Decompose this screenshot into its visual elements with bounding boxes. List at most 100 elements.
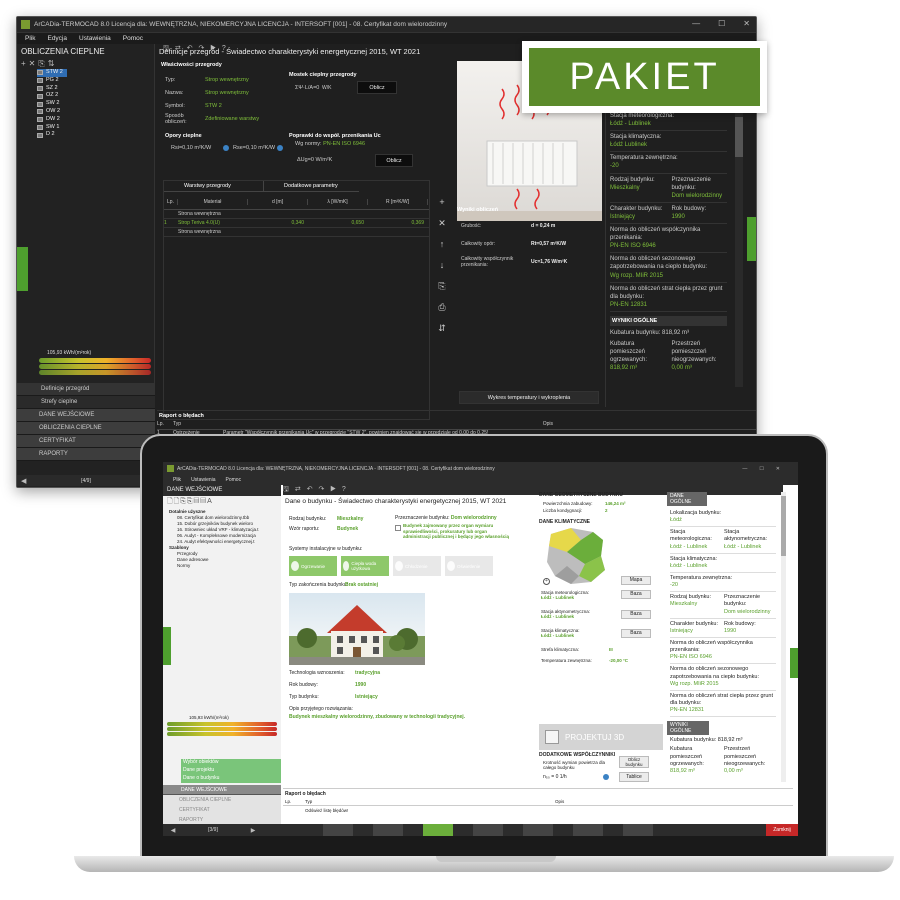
section-reports[interactable]: RAPORTY bbox=[17, 448, 155, 461]
section-certificate[interactable]: CERTYFIKAT bbox=[163, 805, 281, 815]
tree-item[interactable]: OW 2 bbox=[37, 108, 154, 116]
section-input[interactable]: DANE WEJŚCIOWE bbox=[17, 409, 155, 422]
calc-building-button[interactable]: Oblicz budynku bbox=[619, 756, 649, 768]
zoom-in-icon[interactable]: + bbox=[543, 578, 550, 585]
section-calc[interactable]: OBLICZENIA CIEPLNE bbox=[17, 422, 155, 435]
bottom-tool-icon[interactable] bbox=[323, 824, 353, 836]
type-value[interactable]: Istniejący bbox=[355, 694, 378, 700]
actino-base-button[interactable]: Baza bbox=[621, 610, 651, 619]
front-scrollbar[interactable] bbox=[781, 492, 786, 782]
nav-zones[interactable]: Strefy cieplne bbox=[17, 396, 155, 409]
prop-value[interactable]: Strop wewnętrzny bbox=[205, 90, 249, 96]
summary-cell: Charakter budynku: Istniejący bbox=[670, 621, 720, 635]
close-icon[interactable]: ✕ bbox=[743, 19, 750, 28]
front-left-tab[interactable] bbox=[163, 627, 171, 665]
nav-definitions[interactable]: Definicje przegród bbox=[17, 383, 155, 396]
nav-building[interactable]: Dane o budynku bbox=[181, 775, 281, 783]
sidebar-toolbar[interactable]: +✕⎘⇅ bbox=[17, 59, 154, 69]
bottom-tool-icon[interactable] bbox=[473, 824, 503, 836]
bottom-tool-icon[interactable] bbox=[373, 824, 403, 836]
tree-item[interactable]: STW 2 bbox=[37, 69, 67, 77]
climate-base-button[interactable]: Baza bbox=[621, 629, 651, 638]
chart-button[interactable]: Wykres temperatury i wykroplenia bbox=[459, 391, 599, 404]
calc-du-button[interactable]: Oblicz bbox=[375, 154, 413, 167]
climate-value[interactable]: III bbox=[609, 647, 613, 658]
table-row[interactable]: Strona wewnętrzna bbox=[164, 210, 429, 219]
system-toggle[interactable]: Chłodzenie bbox=[393, 556, 441, 576]
minimize-icon[interactable]: — bbox=[692, 19, 700, 28]
close-button[interactable]: Zamknij bbox=[766, 824, 798, 836]
front-window-controls[interactable]: —☐✕ bbox=[742, 466, 792, 472]
right-expand-tab[interactable] bbox=[747, 217, 756, 261]
climate-row: Temperatura zewnętrzna: -20,00 °C bbox=[541, 658, 657, 669]
meteo-base-button[interactable]: Baza bbox=[621, 590, 651, 599]
bottom-tool-icon[interactable] bbox=[623, 824, 653, 836]
system-toggle[interactable]: Ogrzewanie bbox=[289, 556, 337, 576]
tree-item[interactable]: SW 2 bbox=[37, 100, 154, 108]
menu-help[interactable]: Pomoc bbox=[226, 477, 242, 483]
section-certificate[interactable]: CERTYFIKAT bbox=[17, 435, 155, 448]
prop-value[interactable]: Strop wewnętrzny bbox=[205, 77, 249, 83]
section-calc[interactable]: OBLICZENIA CIEPLNE bbox=[163, 795, 281, 805]
tab-params[interactable]: Dodatkowe parametry bbox=[264, 181, 359, 192]
menu-settings[interactable]: Ustawienia bbox=[79, 35, 111, 42]
menu-edit[interactable]: Edycja bbox=[47, 35, 67, 42]
left-expand-tab[interactable] bbox=[17, 247, 28, 291]
menu-file[interactable]: Plik bbox=[25, 35, 35, 42]
map-button[interactable]: Mapa bbox=[621, 576, 651, 585]
layer-icon bbox=[37, 117, 43, 123]
desc-value[interactable]: Budynek mieszkalny wielorodzinny, zbudow… bbox=[289, 714, 465, 720]
tree-item[interactable]: PG 2 bbox=[37, 77, 154, 85]
bottom-tool-icon[interactable] bbox=[523, 824, 553, 836]
front-sidebar-toolbar[interactable]: 🗋🗋⎘⎘▤▤A bbox=[163, 496, 281, 509]
system-toggle[interactable]: Ciepła woda użytkowa bbox=[341, 556, 389, 576]
field-value[interactable]: Mieszkalny bbox=[337, 516, 363, 522]
info-icon[interactable] bbox=[603, 774, 609, 780]
info-icon[interactable] bbox=[277, 145, 283, 151]
nav-project[interactable]: Dane projektu bbox=[181, 767, 281, 775]
tree-item[interactable]: SZ 2 bbox=[37, 85, 154, 93]
purpose-value[interactable]: Dom wielorodzinny bbox=[451, 515, 497, 521]
field-value[interactable]: Budynek bbox=[337, 526, 358, 532]
tech-value[interactable]: tradycyjna bbox=[355, 670, 380, 676]
table-row[interactable]: Strona wewnętrzna bbox=[164, 228, 429, 237]
summary-label: Stacja klimatyczna: bbox=[670, 555, 718, 562]
layer-toolbar[interactable]: + ✕ ↑ ↓ ⎘ ⎙ ⇵ bbox=[435, 192, 449, 339]
section-input[interactable]: DANE WEJŚCIOWE bbox=[163, 785, 281, 795]
tab-layers[interactable]: Warstwy przegrody bbox=[164, 181, 264, 192]
prop-value[interactable]: STW 2 bbox=[205, 103, 222, 109]
prev-page-icon[interactable]: ◀ bbox=[163, 827, 183, 834]
tables-button[interactable]: Tablice bbox=[619, 772, 649, 782]
calc-bridge-button[interactable]: Oblicz bbox=[357, 81, 397, 94]
nav-objects[interactable]: Wybór obiektów bbox=[181, 759, 281, 767]
poland-map[interactable] bbox=[541, 526, 611, 586]
prev-page-icon[interactable]: ◀ bbox=[21, 477, 26, 485]
front-error-report: Raport o błędach Lp. Typ Opis Odśwież list… bbox=[283, 788, 793, 824]
tree-item[interactable]: DW 2 bbox=[37, 116, 154, 124]
tree-item[interactable]: OZ 2 bbox=[37, 92, 154, 100]
norm-value[interactable]: PN-EN ISO 6946 bbox=[323, 141, 365, 147]
roof-value[interactable]: Brak ostatniej bbox=[345, 582, 378, 588]
tree-item[interactable]: Normy bbox=[169, 563, 281, 569]
project3d-button[interactable]: PROJEKTUJ 3D bbox=[539, 724, 663, 750]
system-toggle[interactable]: Oświetlenie bbox=[445, 556, 493, 576]
package-badge: PAKIET bbox=[522, 41, 767, 113]
court-checkbox[interactable] bbox=[395, 525, 401, 531]
scrollbar[interactable] bbox=[735, 107, 743, 387]
menu-file[interactable]: Plik bbox=[173, 477, 181, 483]
prop-value[interactable]: Zdefiniowane warstwy bbox=[205, 116, 259, 122]
maximize-icon[interactable]: ☐ bbox=[718, 19, 725, 28]
report-refresh-row[interactable]: Odśwież listę błędów! bbox=[283, 808, 793, 813]
menu-settings[interactable]: Ustawienia bbox=[191, 477, 215, 483]
tree-item[interactable]: SW 1 bbox=[37, 124, 154, 132]
front-right-tab[interactable] bbox=[790, 648, 798, 678]
climate-value[interactable]: -20,00 °C bbox=[609, 658, 628, 669]
table-row[interactable]: 1 Strop Teriva 4.0(U) 0,340 0,650 0,369 bbox=[164, 219, 429, 228]
info-icon[interactable] bbox=[223, 145, 229, 151]
menu-help[interactable]: Pomoc bbox=[123, 35, 143, 42]
tree-item[interactable]: D 2 bbox=[37, 131, 154, 139]
year-value[interactable]: 1990 bbox=[355, 682, 366, 688]
next-page-icon[interactable]: ▶ bbox=[243, 827, 263, 834]
bottom-tool-icon[interactable] bbox=[573, 824, 603, 836]
bottom-tool-icon-active[interactable] bbox=[423, 824, 453, 836]
